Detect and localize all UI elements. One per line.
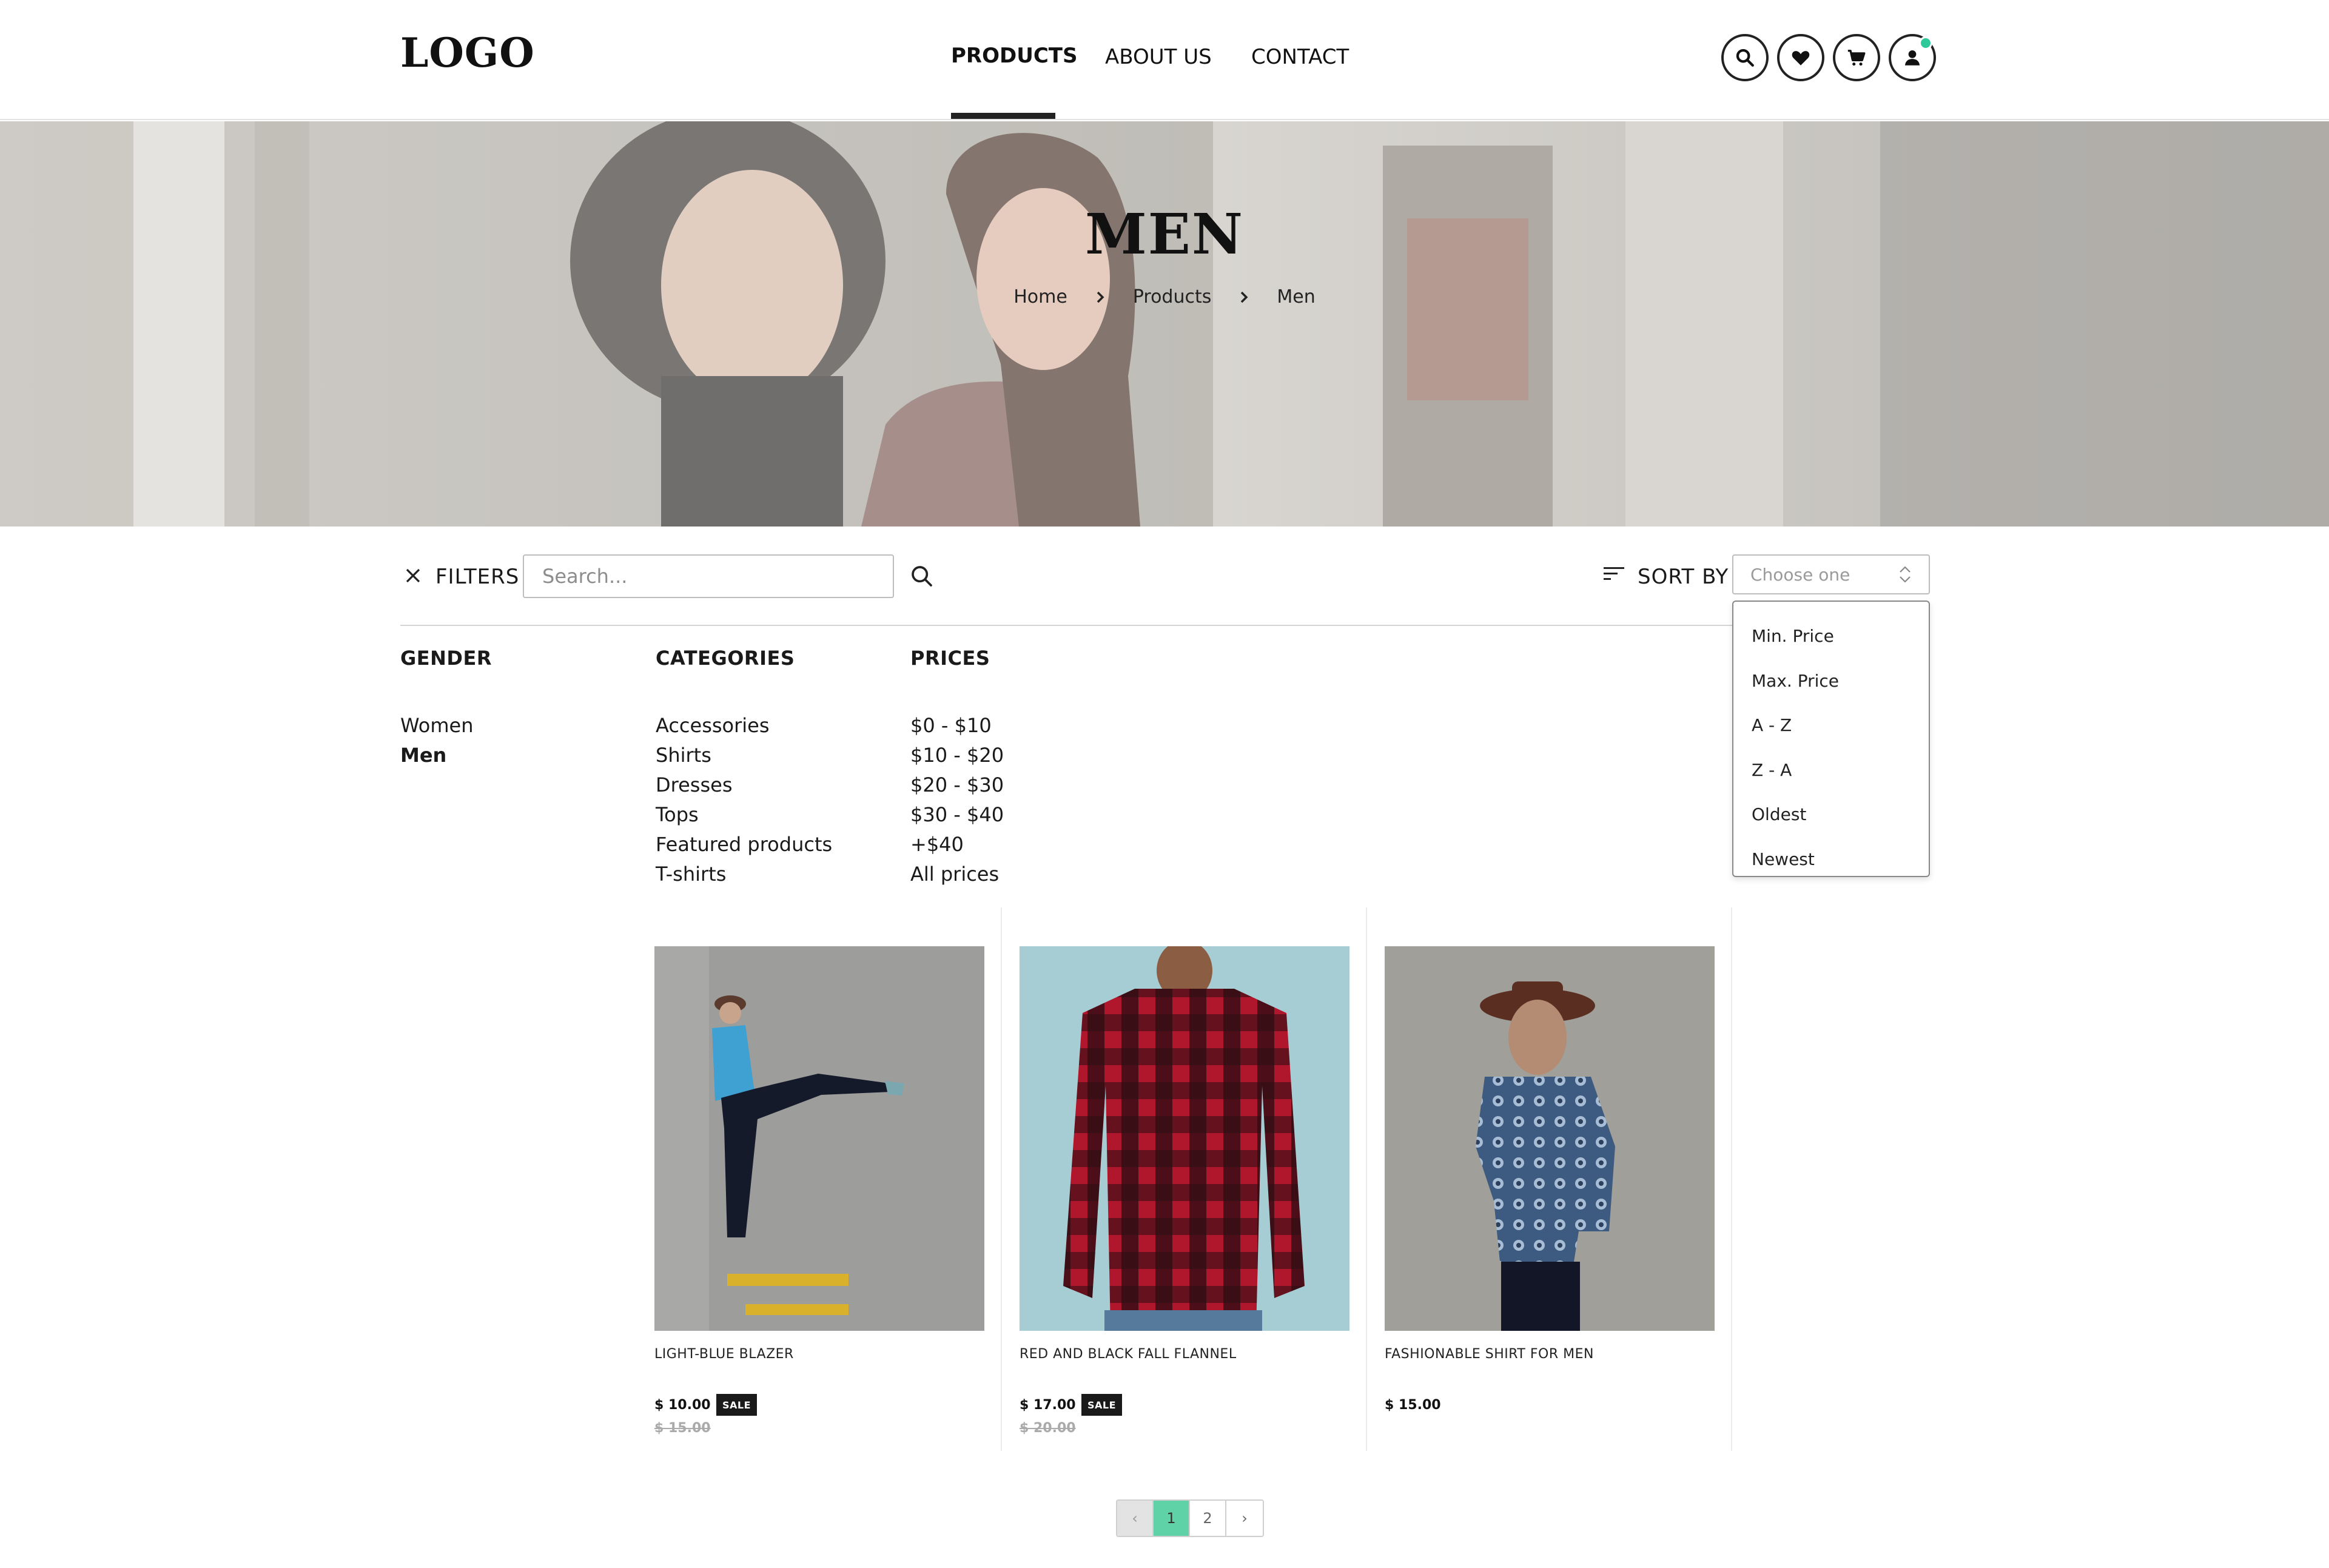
product-old-price: $ 20.00 (1020, 1421, 1076, 1436)
close-icon[interactable] (404, 567, 422, 585)
breadcrumb-products[interactable]: Products (1124, 286, 1220, 308)
filter-option-price-40-plus[interactable]: +$40 (910, 830, 1004, 860)
filter-heading-prices: PRICES (910, 647, 990, 670)
heart-icon (1792, 51, 1810, 66)
filter-heading-categories: CATEGORIES (656, 647, 795, 670)
sort-dropdown-menu: Min. Price Max. Price A - Z Z - A Oldest… (1732, 601, 1930, 877)
sale-badge: SALE (1081, 1394, 1123, 1416)
filter-option-featured[interactable]: Featured products (656, 830, 832, 860)
filters-toggle-label[interactable]: FILTERS (435, 565, 519, 589)
nav-contact[interactable]: CONTACT (1251, 45, 1349, 69)
product-old-price: $ 15.00 (654, 1421, 711, 1436)
grid-divider (1001, 907, 1002, 1451)
pagination-next-button[interactable]: › (1226, 1501, 1263, 1536)
sort-icon (1604, 567, 1624, 580)
product-image[interactable] (1385, 946, 1715, 1331)
hero-overlay (0, 121, 2329, 527)
product-price: $ 17.00 (1020, 1398, 1076, 1413)
sort-option-a-z[interactable]: A - Z (1733, 703, 1929, 748)
filter-option-price-10-20[interactable]: $10 - $20 (910, 741, 1004, 770)
filter-option-tshirts[interactable]: T-shirts (656, 860, 832, 889)
product-photo-patterned-shirt (1385, 946, 1715, 1331)
chevron-right-icon (1241, 291, 1248, 303)
chevron-right-icon (1097, 291, 1104, 303)
product-image[interactable] (1020, 946, 1349, 1331)
filter-option-price-all[interactable]: All prices (910, 860, 1004, 889)
sort-select[interactable]: Choose one (1732, 554, 1930, 594)
breadcrumb: Home Products Men (0, 286, 2329, 308)
filter-option-tops[interactable]: Tops (656, 800, 832, 830)
grid-divider (1731, 907, 1732, 1451)
filter-option-men[interactable]: Men (400, 741, 473, 770)
site-logo[interactable]: LOGO (400, 29, 535, 76)
breadcrumb-current: Men (1277, 286, 1316, 308)
sort-select-value: Choose one (1750, 564, 1850, 585)
filter-option-women[interactable]: Women (400, 711, 473, 741)
product-photo-flannel (1020, 946, 1349, 1331)
product-name[interactable]: RED AND BLACK FALL FLANNEL (1020, 1347, 1237, 1362)
filter-option-price-30-40[interactable]: $30 - $40 (910, 800, 1004, 830)
wishlist-button[interactable] (1777, 34, 1824, 81)
product-name[interactable]: LIGHT-BLUE BLAZER (654, 1347, 794, 1362)
breadcrumb-home[interactable]: Home (1005, 286, 1076, 308)
page-title: MEN (1084, 201, 1245, 267)
sort-option-max-price[interactable]: Max. Price (1733, 659, 1929, 704)
header-search-button[interactable] (1721, 34, 1769, 81)
user-icon (1904, 50, 1920, 66)
filter-list-gender: Women Men (400, 711, 473, 770)
filter-option-dresses[interactable]: Dresses (656, 770, 832, 800)
search-input[interactable] (523, 554, 894, 598)
pagination-page-1[interactable]: 1 (1154, 1501, 1190, 1536)
cart-button[interactable] (1833, 34, 1880, 81)
product-photo-blazer (654, 946, 984, 1331)
sort-option-min-price[interactable]: Min. Price (1733, 614, 1929, 659)
notification-dot (1919, 36, 1932, 50)
pagination: ‹ 1 2 › (1116, 1499, 1264, 1537)
nav-about-us[interactable]: ABOUT US (1105, 45, 1212, 69)
product-name[interactable]: FASHIONABLE SHIRT FOR MEN (1385, 1347, 1594, 1362)
hero-banner: MEN Home Products Men (0, 121, 2329, 527)
product-image[interactable] (654, 946, 984, 1331)
pagination-page-2[interactable]: 2 (1190, 1501, 1226, 1536)
search-icon (1736, 49, 1754, 67)
select-arrows-icon (1900, 566, 1911, 583)
sort-option-z-a[interactable]: Z - A (1733, 748, 1929, 793)
nav-active-indicator (951, 113, 1055, 119)
sale-badge: SALE (716, 1394, 758, 1416)
nav-products[interactable]: PRODUCTS (951, 44, 1077, 68)
sort-option-newest[interactable]: Newest (1733, 837, 1929, 882)
filter-list-prices: $0 - $10 $10 - $20 $20 - $30 $30 - $40 +… (910, 711, 1004, 889)
filter-heading-gender: GENDER (400, 647, 492, 670)
filter-option-price-20-30[interactable]: $20 - $30 (910, 770, 1004, 800)
product-price: $ 10.00 (654, 1398, 711, 1413)
filter-list-categories: Accessories Shirts Dresses Tops Featured… (656, 711, 832, 889)
filter-option-accessories[interactable]: Accessories (656, 711, 832, 741)
sort-by-label: SORT BY (1638, 565, 1729, 589)
grid-divider (1366, 907, 1367, 1451)
filter-option-shirts[interactable]: Shirts (656, 741, 832, 770)
filter-option-price-0-10[interactable]: $0 - $10 (910, 711, 1004, 741)
cart-icon (1847, 49, 1866, 66)
search-icon[interactable] (910, 564, 934, 588)
pagination-prev-button[interactable]: ‹ (1117, 1501, 1154, 1536)
product-price: $ 15.00 (1385, 1398, 1441, 1413)
sort-option-oldest[interactable]: Oldest (1733, 792, 1929, 837)
